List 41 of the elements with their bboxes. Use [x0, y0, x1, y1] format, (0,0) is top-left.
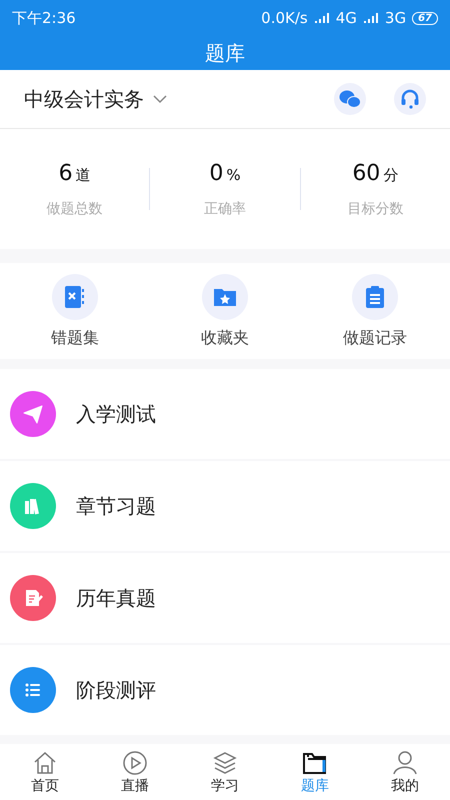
stat-label: 目标分数	[347, 200, 404, 218]
play-icon	[122, 750, 148, 776]
chat-bubbles-icon	[339, 89, 361, 109]
nav-tab[interactable]: 题库	[270, 744, 360, 800]
shortcut-item[interactable]: 错题集	[0, 274, 150, 348]
section-item[interactable]: 章节习题	[0, 461, 450, 551]
layers-icon	[212, 750, 238, 776]
stat-label: 做题总数	[46, 200, 103, 218]
home-icon	[32, 750, 58, 776]
subject-name[interactable]: 中级会计实务	[24, 86, 144, 112]
nav-tab[interactable]: 首页	[0, 744, 90, 800]
status-time: 下午2:36	[12, 8, 76, 28]
chat-button[interactable]	[334, 83, 366, 115]
shortcut-item[interactable]: 做题记录	[300, 274, 450, 348]
stat-value: 60	[352, 160, 380, 186]
clipboard-icon	[363, 284, 387, 308]
nav-tab[interactable]: 学习	[180, 744, 270, 800]
page-title: 题库	[204, 40, 246, 66]
section-item[interactable]: 入学测试	[0, 369, 450, 459]
shortcut-item[interactable]: 收藏夹	[150, 274, 300, 348]
section-item[interactable]: 历年真题	[0, 553, 450, 643]
caret-icon[interactable]	[152, 94, 168, 104]
signal-icon	[362, 12, 379, 24]
nav-tab[interactable]: 我的	[360, 744, 450, 800]
stat-unit: %	[226, 166, 241, 184]
stat-value: 6	[58, 160, 73, 186]
user-icon	[392, 750, 418, 776]
network-type: 3G	[384, 9, 406, 27]
support-button[interactable]	[394, 83, 426, 115]
network-speed: 0.0K/s	[261, 9, 308, 27]
stat-unit: 分	[383, 166, 398, 184]
section-item[interactable]: 阶段测评	[0, 645, 450, 735]
notebook-icon	[63, 284, 87, 308]
battery-icon: 67	[412, 12, 438, 24]
signal-icon	[314, 12, 330, 24]
stat-unit: 道	[76, 166, 91, 184]
nav-tab[interactable]: 直播	[90, 744, 180, 800]
headset-icon	[400, 89, 420, 109]
network-type: 4G	[336, 9, 357, 27]
stat-label: 正确率	[204, 200, 246, 218]
stat-value: 0	[209, 160, 224, 186]
